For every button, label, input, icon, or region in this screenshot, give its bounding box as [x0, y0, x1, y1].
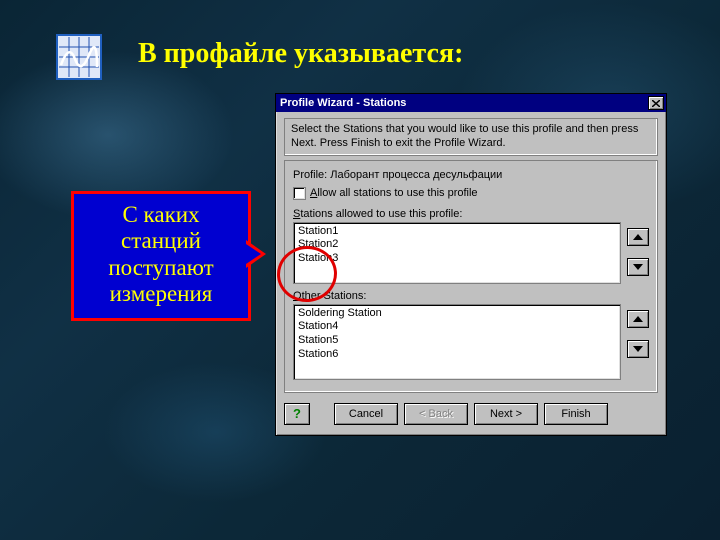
move-down-button[interactable] [627, 258, 649, 276]
back-button[interactable]: < Back [404, 403, 468, 425]
allowed-stations-listbox[interactable]: Station1 Station2 Station3 [293, 222, 621, 284]
callout-line: станций [121, 228, 201, 253]
callout-box: С каких станций поступают измерения [71, 191, 251, 321]
move-up-button[interactable] [627, 310, 649, 328]
close-button[interactable] [648, 96, 664, 110]
list-item[interactable]: Station1 [298, 225, 616, 239]
move-up-button[interactable] [627, 228, 649, 246]
list-item[interactable]: Station3 [298, 252, 616, 266]
allowed-stations-label: Stations allowed to use this profile: [293, 208, 649, 220]
allow-all-row: Allow all stations to use this profile [293, 187, 649, 200]
cancel-button[interactable]: Cancel [334, 403, 398, 425]
window-title: Profile Wizard - Stations [280, 97, 648, 109]
callout-line: измерения [110, 281, 213, 306]
callout-line: поступают [108, 255, 213, 280]
list-item[interactable]: Station5 [298, 334, 616, 348]
allow-all-checkbox[interactable] [293, 187, 306, 200]
move-down-button[interactable] [627, 340, 649, 358]
list-item[interactable]: Station6 [298, 348, 616, 362]
callout-pointer-icon [246, 240, 266, 268]
titlebar[interactable]: Profile Wizard - Stations [276, 94, 666, 112]
allowed-stations-row: Station1 Station2 Station3 [293, 222, 649, 284]
profile-wizard-window: Profile Wizard - Stations Select the Sta… [275, 93, 667, 436]
wizard-button-row: ? Cancel < Back Next > Finish [276, 399, 666, 435]
next-button[interactable]: Next > [474, 403, 538, 425]
move-buttons-group-2 [627, 304, 649, 358]
finish-button[interactable]: Finish [544, 403, 608, 425]
help-button[interactable]: ? [284, 403, 310, 425]
callout-line: С каких [122, 202, 199, 227]
main-panel: Profile: Лаборант процесса десульфации A… [284, 160, 658, 393]
profile-label: Profile: Лаборант процесса десульфации [293, 169, 649, 181]
instructions-text: Select the Stations that you would like … [284, 118, 658, 156]
list-item[interactable]: Soldering Station [298, 307, 616, 321]
move-buttons-group [627, 222, 649, 276]
allow-all-label[interactable]: Allow all stations to use this profile [310, 187, 478, 199]
app-logo-icon [56, 34, 102, 80]
other-stations-listbox[interactable]: Soldering Station Station4 Station5 Stat… [293, 304, 621, 380]
list-item[interactable]: Station4 [298, 320, 616, 334]
list-item[interactable]: Station2 [298, 238, 616, 252]
other-stations-row: Soldering Station Station4 Station5 Stat… [293, 304, 649, 380]
other-stations-label: Other Stations: [293, 290, 649, 302]
slide-title: В профайле указывается: [138, 38, 463, 70]
